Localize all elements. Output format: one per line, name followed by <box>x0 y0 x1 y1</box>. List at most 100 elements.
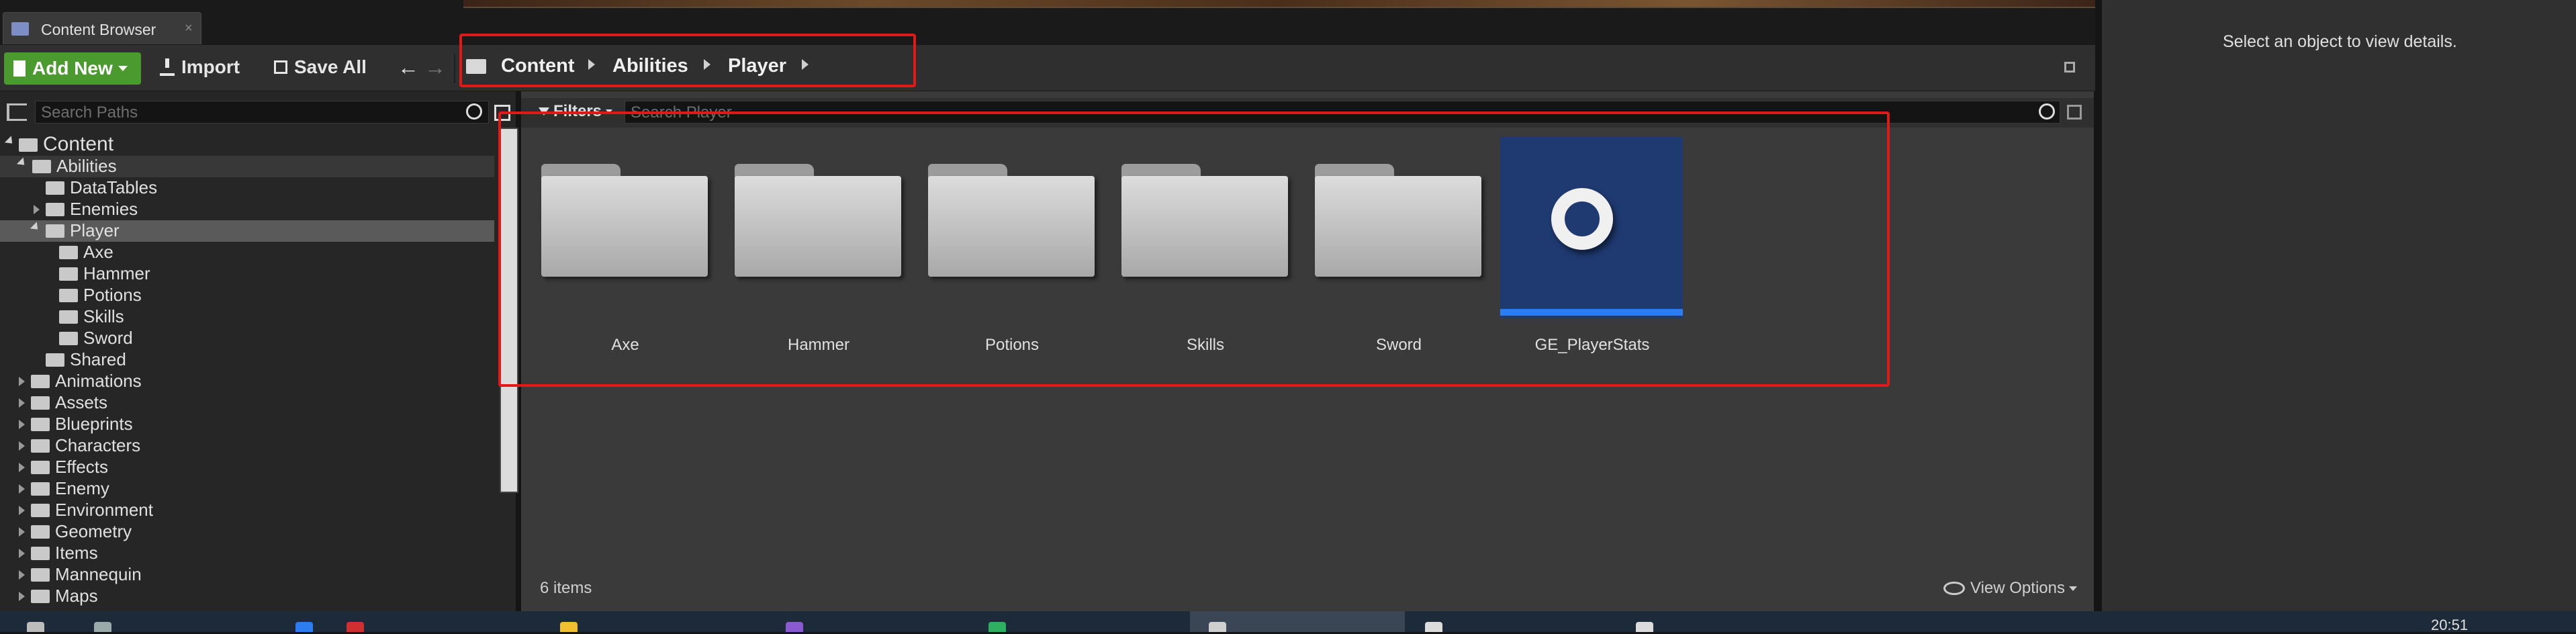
start-icon[interactable] <box>27 622 44 632</box>
app-icon[interactable] <box>786 622 803 632</box>
expand-arrow-icon[interactable] <box>19 592 25 601</box>
content-browser-icon <box>11 22 29 36</box>
tree-item-sword[interactable]: Sword <box>59 328 133 349</box>
add-new-label: Add New <box>32 58 113 79</box>
unreal-icon[interactable] <box>1209 622 1226 632</box>
tree-item-content[interactable]: Content <box>19 133 113 155</box>
app-icon[interactable] <box>988 622 1006 632</box>
expand-arrow-icon[interactable] <box>19 570 25 580</box>
eye-icon <box>1943 582 1965 595</box>
tree-item-skills[interactable]: Skills <box>59 306 124 328</box>
tree-item-player[interactable]: Player <box>46 220 120 242</box>
item-count: 6 items <box>540 579 592 597</box>
tree-item-geometry[interactable]: Geometry <box>31 521 132 543</box>
import-icon <box>160 58 175 76</box>
tree-item-assets[interactable]: Assets <box>31 392 107 414</box>
expand-arrow-icon[interactable] <box>19 463 25 472</box>
chevron-down-icon <box>118 66 128 71</box>
tree-item-characters[interactable]: Characters <box>31 435 140 457</box>
folder-icon <box>59 246 78 259</box>
tree-item-blueprints[interactable]: Blueprints <box>31 414 133 435</box>
folder-icon <box>31 375 50 388</box>
expand-arrow-icon[interactable] <box>19 398 25 408</box>
tree-item-enemy[interactable]: Enemy <box>31 478 109 500</box>
path-search-input[interactable]: Search Paths <box>35 101 489 124</box>
folder-icon[interactable] <box>560 622 578 632</box>
app-icon[interactable] <box>295 622 313 632</box>
sources-toggle-icon[interactable] <box>7 103 27 121</box>
folder-icon <box>59 289 78 302</box>
search-icon[interactable] <box>466 103 482 120</box>
search-icon[interactable] <box>94 622 111 632</box>
tree-item-effects[interactable]: Effects <box>31 457 108 478</box>
highlight-box-assets <box>498 111 1890 387</box>
back-arrow-icon[interactable]: ← <box>398 50 419 84</box>
folder-icon <box>31 439 50 453</box>
tab-content-browser[interactable]: Content Browser × <box>3 12 201 44</box>
viewport-preview <box>463 0 2095 8</box>
path-search-placeholder: Search Paths <box>41 103 138 122</box>
expand-arrow-icon[interactable] <box>19 441 25 451</box>
folder-icon <box>31 482 50 496</box>
details-panel <box>2102 0 2576 622</box>
expand-arrow-icon[interactable] <box>19 506 25 515</box>
tree-item-mannequin[interactable]: Mannequin <box>31 564 142 586</box>
folder-icon <box>46 203 64 216</box>
folder-icon <box>31 396 50 410</box>
expand-arrow-icon[interactable] <box>19 549 25 558</box>
tree-item-environment[interactable]: Environment <box>31 500 153 521</box>
tree-item-hammer[interactable]: Hammer <box>59 263 150 285</box>
expand-arrow-icon[interactable] <box>19 420 25 429</box>
folder-icon <box>31 525 50 539</box>
expand-arrow-icon[interactable] <box>19 527 25 537</box>
save-search-icon[interactable] <box>2067 105 2082 120</box>
search-icon[interactable] <box>2039 103 2055 120</box>
highlight-box-breadcrumb <box>459 34 916 87</box>
view-options-button[interactable]: View Options <box>1943 579 2077 598</box>
toolbar-divider <box>454 54 455 83</box>
folder-icon <box>31 547 50 560</box>
tree-item-axe[interactable]: Axe <box>59 242 113 263</box>
expand-arrow-icon[interactable] <box>34 205 40 214</box>
folder-icon <box>31 568 50 582</box>
folder-icon <box>46 181 64 195</box>
save-all-button[interactable]: Save All <box>274 50 367 84</box>
folder-icon <box>31 418 50 431</box>
tree-item-abilities[interactable]: Abilities <box>32 156 117 177</box>
app-icon[interactable] <box>1425 622 1442 632</box>
expand-arrow-icon[interactable] <box>19 377 25 386</box>
save-icon <box>274 60 287 74</box>
add-new-button[interactable]: Add New <box>4 52 141 85</box>
folder-icon <box>46 224 64 238</box>
folder-icon <box>31 590 50 603</box>
tree-item-animations[interactable]: Animations <box>31 371 142 392</box>
app-icon[interactable] <box>1636 622 1653 632</box>
folder-icon <box>19 138 38 152</box>
folder-icon <box>31 461 50 474</box>
folder-icon <box>59 267 78 281</box>
tree-item-datatables[interactable]: DataTables <box>46 177 157 199</box>
details-hint: Select an object to view details. <box>2223 32 2457 51</box>
tree-item-potions[interactable]: Potions <box>59 285 142 306</box>
folder-icon <box>32 160 51 173</box>
import-button[interactable]: Import <box>160 50 240 84</box>
tree-item-items[interactable]: Items <box>31 543 98 564</box>
tree-item-enemies[interactable]: Enemies <box>46 199 138 220</box>
forward-arrow-icon[interactable]: → <box>424 50 446 84</box>
new-file-icon <box>13 60 26 77</box>
folder-icon <box>59 310 78 324</box>
tree-item-shared[interactable]: Shared <box>46 349 126 371</box>
folder-icon <box>31 504 50 517</box>
lock-icon[interactable] <box>2064 62 2075 73</box>
clock: 20:51 <box>2431 617 2469 633</box>
save-all-label: Save All <box>294 56 367 77</box>
tree-item-maps[interactable]: Maps <box>31 586 98 607</box>
expand-arrow-icon[interactable] <box>19 484 25 494</box>
folder-icon <box>59 332 78 345</box>
app-icon[interactable] <box>347 622 364 632</box>
chevron-down-icon <box>2068 586 2077 591</box>
import-label: Import <box>181 56 240 77</box>
tab-label: Content Browser <box>41 21 156 38</box>
close-icon[interactable]: × <box>185 21 193 36</box>
folder-icon <box>46 353 64 367</box>
